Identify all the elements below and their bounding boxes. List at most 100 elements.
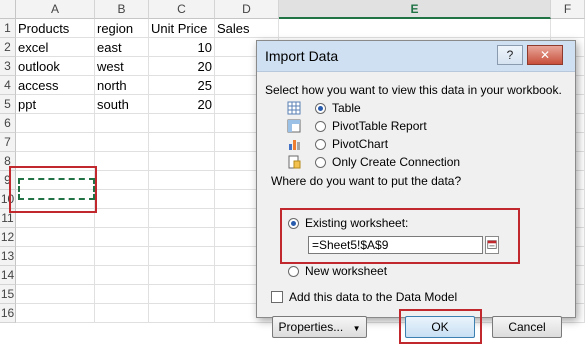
properties-button[interactable]: Properties... ▼	[272, 316, 367, 338]
ok-button[interactable]: OK	[405, 316, 475, 338]
row-header[interactable]: 3	[0, 57, 16, 76]
dialog-title: Import Data	[265, 48, 339, 64]
column-header-d[interactable]: D	[215, 0, 279, 19]
cell-c6[interactable]	[149, 114, 215, 133]
cell-c13[interactable]	[149, 247, 215, 266]
cell-c8[interactable]	[149, 152, 215, 171]
radio-pivottable[interactable]	[315, 120, 326, 132]
cell-b16[interactable]	[95, 304, 149, 323]
cell-b1[interactable]: region	[95, 19, 149, 38]
row-header[interactable]: 13	[0, 247, 16, 266]
row-header[interactable]: 16	[0, 304, 16, 323]
cell-c3[interactable]: 20	[149, 57, 215, 76]
collapse-dialog-icon[interactable]	[485, 236, 499, 254]
help-button[interactable]: ?	[497, 45, 523, 65]
option-pivottable[interactable]: PivotTable Report	[287, 117, 427, 135]
cell-f1[interactable]	[551, 19, 585, 38]
import-data-dialog: Import Data ? ✕ Select how you want to v…	[256, 40, 576, 344]
column-header-row: A B C D E F	[0, 0, 585, 19]
cell-c9[interactable]	[149, 171, 215, 190]
data-model-option[interactable]: Add this data to the Data Model	[271, 288, 457, 306]
cell-a5[interactable]: ppt	[16, 95, 95, 114]
cell-a6[interactable]	[16, 114, 95, 133]
cancel-button[interactable]: Cancel	[492, 316, 562, 338]
cell-a9-marquee[interactable]	[18, 178, 95, 200]
column-header-a[interactable]: A	[16, 0, 95, 19]
cell-a13[interactable]	[16, 247, 95, 266]
option-table[interactable]: Table	[287, 99, 361, 117]
cell-b15[interactable]	[95, 285, 149, 304]
option-table-label: Table	[332, 101, 361, 115]
close-button[interactable]: ✕	[527, 45, 563, 65]
cell-b13[interactable]	[95, 247, 149, 266]
column-header-e[interactable]: E	[279, 0, 551, 19]
cell-b2[interactable]: east	[95, 38, 149, 57]
cell-a1[interactable]: Products	[16, 19, 95, 38]
cell-a7[interactable]	[16, 133, 95, 152]
cell-c1[interactable]: Unit Price	[149, 19, 215, 38]
cell-c5[interactable]: 20	[149, 95, 215, 114]
chevron-down-icon: ▼	[352, 324, 361, 333]
cell-c2[interactable]: 10	[149, 38, 215, 57]
row-header[interactable]: 4	[0, 76, 16, 95]
cell-b6[interactable]	[95, 114, 149, 133]
select-all-corner[interactable]	[0, 0, 16, 19]
cell-b14[interactable]	[95, 266, 149, 285]
cell-a12[interactable]	[16, 228, 95, 247]
cell-c7[interactable]	[149, 133, 215, 152]
row-header[interactable]: 6	[0, 114, 16, 133]
row-header[interactable]: 7	[0, 133, 16, 152]
cell-b7[interactable]	[95, 133, 149, 152]
cell-c15[interactable]	[149, 285, 215, 304]
radio-pivotchart[interactable]	[315, 138, 326, 150]
option-pivotchart[interactable]: PivotChart	[287, 135, 388, 153]
cell-c4[interactable]: 25	[149, 76, 215, 95]
column-header-f[interactable]: F	[551, 0, 585, 19]
cell-b3[interactable]: west	[95, 57, 149, 76]
option-new-worksheet[interactable]: New worksheet	[288, 262, 387, 280]
cell-c10[interactable]	[149, 190, 215, 209]
column-header-c[interactable]: C	[149, 0, 215, 19]
cell-b10[interactable]	[95, 190, 149, 209]
row-header[interactable]: 15	[0, 285, 16, 304]
cell-b9[interactable]	[95, 171, 149, 190]
row-header[interactable]: 5	[0, 95, 16, 114]
option-pivotchart-label: PivotChart	[332, 137, 389, 151]
row-header[interactable]: 2	[0, 38, 16, 57]
cell-a4[interactable]: access	[16, 76, 95, 95]
radio-connection[interactable]	[315, 156, 326, 168]
cell-e1[interactable]	[279, 19, 551, 38]
cell-a15[interactable]	[16, 285, 95, 304]
radio-table[interactable]	[315, 102, 326, 114]
cell-b12[interactable]	[95, 228, 149, 247]
cell-d1[interactable]: Sales	[215, 19, 279, 38]
row-header[interactable]: 14	[0, 266, 16, 285]
properties-label: Properties...	[278, 320, 344, 334]
put-prompt: Where do you want to put the data?	[271, 174, 462, 188]
radio-existing-worksheet[interactable]	[288, 217, 299, 229]
view-prompt: Select how you want to view this data in…	[265, 83, 562, 97]
radio-new-worksheet[interactable]	[288, 265, 299, 277]
cell-a2[interactable]: excel	[16, 38, 95, 57]
cell-b4[interactable]: north	[95, 76, 149, 95]
cell-b5[interactable]: south	[95, 95, 149, 114]
dialog-titlebar[interactable]: Import Data ? ✕	[257, 41, 575, 72]
option-connection[interactable]: Only Create Connection	[287, 153, 460, 171]
cell-a14[interactable]	[16, 266, 95, 285]
option-connection-label: Only Create Connection	[332, 155, 461, 169]
data-model-checkbox[interactable]	[271, 291, 283, 303]
column-header-b[interactable]: B	[95, 0, 149, 19]
cell-b8[interactable]	[95, 152, 149, 171]
row-header[interactable]: 12	[0, 228, 16, 247]
option-existing-worksheet[interactable]: Existing worksheet:	[288, 214, 408, 232]
cell-c12[interactable]	[149, 228, 215, 247]
cell-a3[interactable]: outlook	[16, 57, 95, 76]
cell-a16[interactable]	[16, 304, 95, 323]
cell-c14[interactable]	[149, 266, 215, 285]
row-header[interactable]: 1	[0, 19, 16, 38]
cell-b11[interactable]	[95, 209, 149, 228]
connection-icon	[288, 155, 301, 169]
cell-reference-input[interactable]: =Sheet5!$A$9	[308, 236, 483, 254]
cell-c16[interactable]	[149, 304, 215, 323]
cell-c11[interactable]	[149, 209, 215, 228]
